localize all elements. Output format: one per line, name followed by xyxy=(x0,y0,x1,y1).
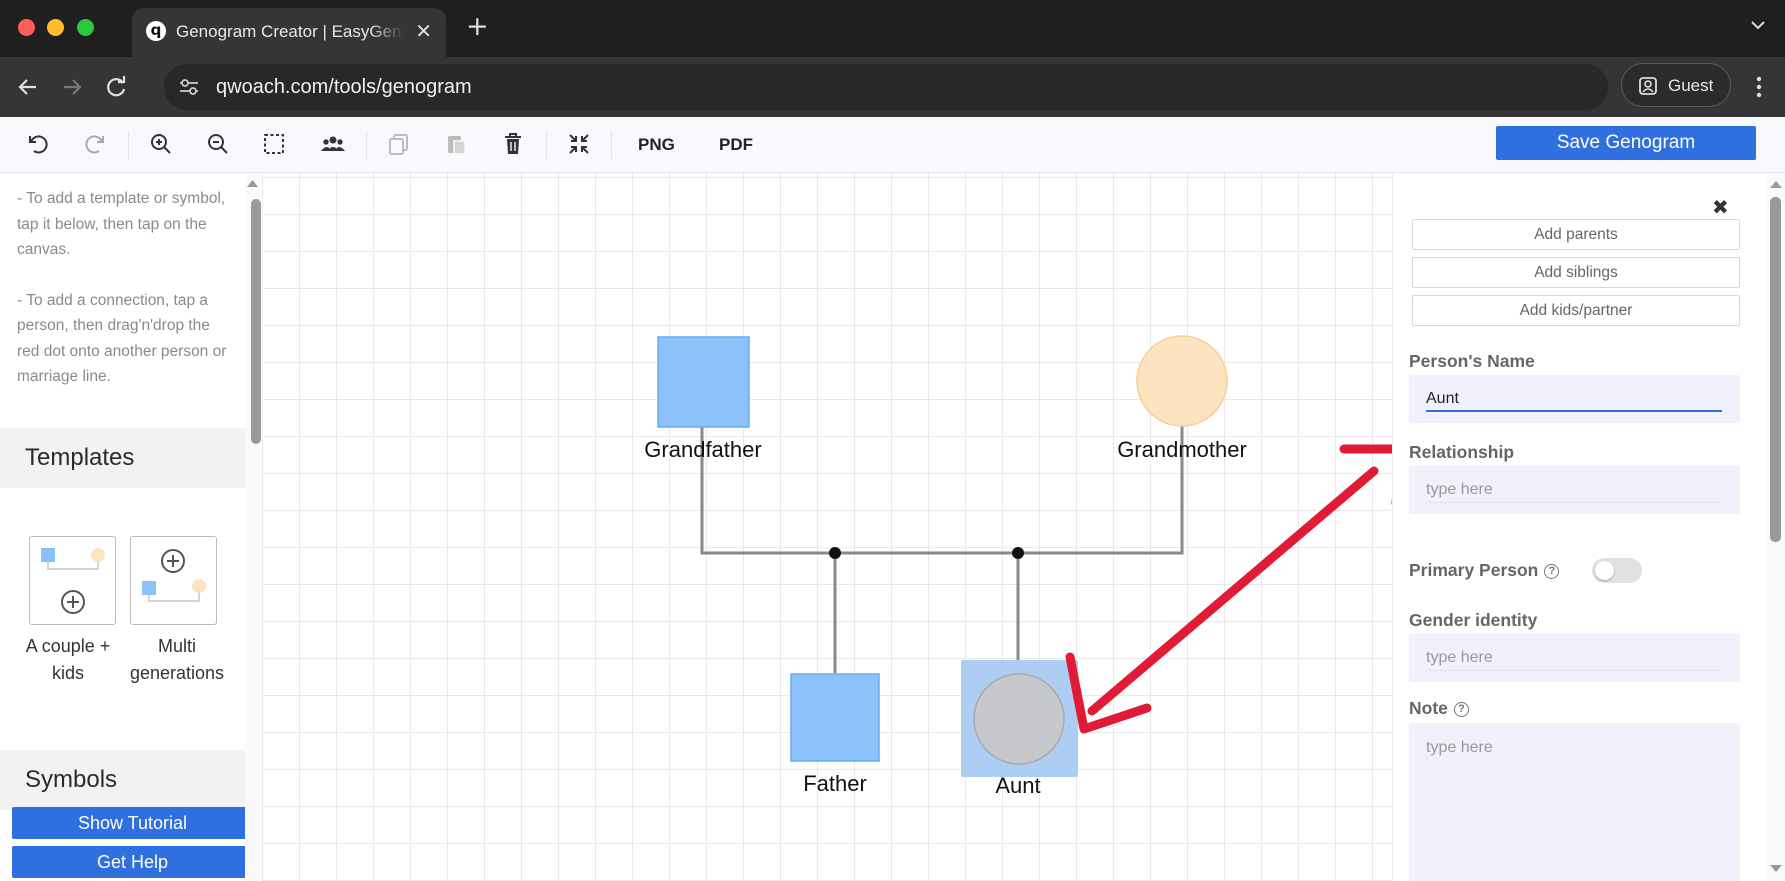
browser-menu-icon[interactable] xyxy=(1749,73,1769,101)
person-grandfather-square[interactable] xyxy=(657,336,750,428)
relationship-field[interactable]: type here xyxy=(1409,466,1740,514)
scroll-up-arrow-icon[interactable] xyxy=(245,177,260,189)
profile-button[interactable]: Guest xyxy=(1621,63,1731,107)
help-text-templates: - To add a template or symbol, tap it be… xyxy=(17,190,226,258)
genogram-app: PNG PDF Save Genogram - To add a templat… xyxy=(0,117,1785,881)
person-name-field[interactable]: Aunt xyxy=(1409,375,1740,423)
browser-tab-bar: q Genogram Creator | EasyGenogram ✕ + xyxy=(0,0,1785,57)
window-close-button[interactable] xyxy=(18,19,35,36)
person-name-label: Grandfather xyxy=(644,437,762,462)
primary-person-help-icon[interactable]: ? xyxy=(1544,564,1560,579)
note-help-icon[interactable]: ? xyxy=(1453,702,1469,717)
forward-arrow-icon[interactable] xyxy=(58,73,86,101)
person-name-field-label: Person's Name xyxy=(1409,351,1535,371)
window-maximize-button[interactable] xyxy=(77,19,94,36)
person-name-input[interactable]: Aunt xyxy=(1426,388,1722,412)
toolbar-divider xyxy=(546,131,547,159)
group-icon[interactable] xyxy=(320,131,346,157)
primary-person-toggle[interactable] xyxy=(1592,558,1642,583)
site-settings-icon[interactable] xyxy=(178,77,200,97)
note-field[interactable]: type here xyxy=(1409,723,1740,881)
template-couple-kids[interactable] xyxy=(29,536,116,625)
browser-tab-active[interactable]: q Genogram Creator | EasyGenogram ✕ xyxy=(132,8,446,57)
tab-close-icon[interactable]: ✕ xyxy=(415,19,432,43)
undo-icon[interactable] xyxy=(25,131,51,157)
profile-icon xyxy=(1639,77,1657,95)
reload-icon[interactable] xyxy=(102,73,130,101)
toggle-knob xyxy=(1595,561,1614,580)
delete-icon[interactable] xyxy=(500,131,526,157)
person-name-label: Aunt xyxy=(995,773,1041,798)
person-name-label: Grandmother xyxy=(1117,437,1247,462)
url-omnibox[interactable]: qwoach.com/tools/genogram xyxy=(164,64,1608,110)
zoom-out-icon[interactable] xyxy=(205,131,231,157)
fit-screen-icon[interactable] xyxy=(566,131,592,157)
note-field-label: Note? xyxy=(1409,697,1469,719)
tab-title: Genogram Creator | EasyGenogram xyxy=(176,22,404,41)
site-favicon-icon: q xyxy=(146,21,166,41)
connection-dot[interactable] xyxy=(829,547,841,559)
note-textarea[interactable]: type here xyxy=(1426,737,1722,761)
browser-address-bar: qwoach.com/tools/genogram Guest xyxy=(0,57,1785,117)
symbols-section-header: Symbols xyxy=(0,750,245,810)
relationship-input[interactable]: type here xyxy=(1426,479,1722,503)
get-help-button[interactable]: Get Help xyxy=(12,846,245,878)
url-text: qwoach.com/tools/genogram xyxy=(216,76,472,98)
template-couple-kids-icon xyxy=(41,548,105,614)
save-genogram-button[interactable]: Save Genogram xyxy=(1496,126,1756,160)
profile-label: Guest xyxy=(1668,76,1714,95)
templates-section-header: Templates xyxy=(0,428,245,488)
paste-icon[interactable] xyxy=(443,131,469,157)
templates-heading: Templates xyxy=(25,444,135,471)
symbols-heading: Symbols xyxy=(25,766,118,793)
copy-icon[interactable] xyxy=(386,131,412,157)
primary-person-label: Primary Person? xyxy=(1409,559,1560,581)
left-sidebar: - To add a template or symbol, tap it be… xyxy=(0,173,245,881)
add-siblings-button[interactable]: Add siblings xyxy=(1412,257,1740,288)
back-arrow-icon[interactable] xyxy=(14,73,42,101)
select-area-icon[interactable] xyxy=(261,131,287,157)
template-couple-kids-label: A couple + kids xyxy=(25,636,111,683)
close-panel-icon[interactable]: ✖ xyxy=(1712,195,1729,219)
scroll-down-arrow-icon[interactable] xyxy=(1767,863,1785,875)
right-panel-scroll-thumb[interactable] xyxy=(1770,197,1781,542)
tab-list-chevron-icon[interactable] xyxy=(1749,16,1767,34)
window-minimize-button[interactable] xyxy=(47,19,64,36)
scroll-up-arrow-icon[interactable] xyxy=(1767,178,1785,190)
person-aunt-circle[interactable] xyxy=(973,673,1065,765)
export-png-button[interactable]: PNG xyxy=(638,134,675,156)
connection-dot[interactable] xyxy=(1012,547,1024,559)
help-text-connections: - To add a connection, tap a person, the… xyxy=(17,291,227,386)
person-properties-panel: ✖ Add parents Add siblings Add kids/part… xyxy=(1392,173,1767,881)
template-multi-generations[interactable] xyxy=(130,536,217,625)
show-tutorial-button[interactable]: Show Tutorial xyxy=(12,807,245,839)
annotation-arrow xyxy=(1065,444,1392,734)
template-multi-generations-icon xyxy=(142,549,206,602)
gender-identity-input[interactable]: type here xyxy=(1426,647,1722,671)
help-instructions: - To add a template or symbol, tap it be… xyxy=(17,186,227,415)
editor-toolbar: PNG PDF Save Genogram xyxy=(0,117,1785,173)
redo-icon[interactable] xyxy=(82,131,108,157)
left-sidebar-scroll-thumb[interactable] xyxy=(251,199,261,444)
marriage-line[interactable] xyxy=(700,423,1184,555)
relationship-field-label: Relationship xyxy=(1409,442,1515,462)
add-parents-button[interactable]: Add parents xyxy=(1412,219,1740,250)
add-kids-partner-button[interactable]: Add kids/partner xyxy=(1412,295,1740,326)
person-name-label: Father xyxy=(803,771,867,796)
gender-identity-field[interactable]: type here xyxy=(1409,634,1740,682)
person-father-square[interactable] xyxy=(790,673,880,762)
gender-identity-field-label: Gender identity xyxy=(1409,610,1538,630)
template-multi-generations-label: Multi generations xyxy=(129,636,225,683)
person-grandmother-circle[interactable] xyxy=(1136,335,1228,427)
toolbar-divider xyxy=(128,131,129,159)
toolbar-divider xyxy=(366,131,367,159)
export-pdf-button[interactable]: PDF xyxy=(719,134,753,156)
new-tab-icon[interactable]: + xyxy=(466,12,489,42)
toolbar-divider xyxy=(611,131,612,159)
genogram-canvas[interactable]: Grandfather Grandmother Father Aunt xyxy=(262,173,1392,881)
zoom-in-icon[interactable] xyxy=(148,131,174,157)
